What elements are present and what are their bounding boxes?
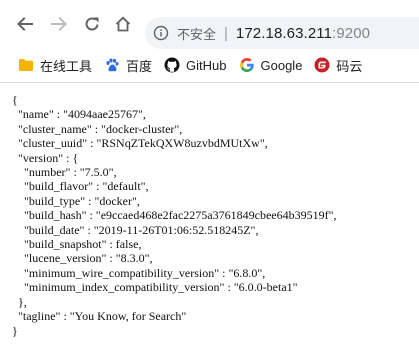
bookmark-label: 百度 <box>126 58 153 74</box>
reload-icon <box>85 17 99 31</box>
omnibox-separator: | <box>224 24 228 42</box>
forward-button[interactable] <box>47 12 71 36</box>
url-host: 172.18.63.211 <box>235 24 333 42</box>
json-line: "number" : "7.5.0", <box>12 165 117 180</box>
bookmark-baidu[interactable]: 百度 <box>98 53 158 77</box>
json-response: { "name" : "4094aae25767", "cluster_name… <box>0 83 419 338</box>
folder-icon <box>18 57 34 73</box>
bookmark-label: 码云 <box>336 58 363 74</box>
json-line: "minimum_wire_compatibility_version" : "… <box>12 265 266 280</box>
bookmark-label: Google <box>260 57 303 73</box>
json-line: "cluster_name" : "docker-cluster", <box>12 121 183 136</box>
home-icon <box>115 16 131 32</box>
reload-button[interactable] <box>80 12 104 36</box>
baidu-paw-icon <box>104 57 120 73</box>
url-port: :9200 <box>332 24 371 42</box>
google-icon <box>239 57 255 73</box>
address-bar[interactable]: 不安全 | 172.18.63.211:9200 <box>145 17 419 49</box>
page-content: { "name" : "4094aae25767", "cluster_name… <box>0 83 419 364</box>
gitee-icon <box>314 57 330 73</box>
bookmark-online-tools[interactable]: 在线工具 <box>12 53 98 77</box>
github-icon <box>164 57 180 73</box>
browser-toolbar: 不安全 | 172.18.63.211:9200 <box>0 0 419 49</box>
url-text[interactable]: 172.18.63.211:9200 <box>236 25 370 42</box>
json-line: }, <box>12 294 27 309</box>
arrow-right-icon <box>51 17 67 31</box>
json-line: "name" : "4094aae25767", <box>12 107 146 122</box>
json-line: "build_snapshot" : false, <box>12 237 142 252</box>
bookmark-github[interactable]: GitHub <box>158 53 232 77</box>
json-line: { <box>12 93 18 107</box>
json-line: "cluster_uuid" : "RSNqZTekQXW8uzvbdMUtXw… <box>12 136 268 151</box>
bookmark-google[interactable]: Google <box>233 53 309 77</box>
json-line: "build_flavor" : "default", <box>12 179 149 194</box>
bookmark-label: 在线工具 <box>40 58 93 74</box>
json-line: "minimum_index_compatibility_version" : … <box>12 280 298 295</box>
bookmarks-bar: 在线工具 百度 GitHub Google 码云 <box>0 50 419 80</box>
back-button[interactable] <box>13 12 37 36</box>
not-secure-label[interactable]: 不安全 <box>177 24 216 43</box>
json-line: "version" : { <box>12 150 79 165</box>
arrow-left-icon <box>17 17 33 31</box>
bookmark-label: GitHub <box>186 57 227 73</box>
json-line: "tagline" : "You Know, for Search" <box>12 309 187 324</box>
json-line: "build_type" : "docker", <box>12 193 140 208</box>
json-line: } <box>12 323 18 338</box>
bookmark-gitee[interactable]: 码云 <box>308 53 368 77</box>
json-line: "lucene_version" : "8.3.0", <box>12 251 153 266</box>
json-line: "build_date" : "2019-11-26T01:06:52.5182… <box>12 222 259 237</box>
info-icon[interactable] <box>153 25 169 41</box>
json-line: "build_hash" : "e9ccaed468e2fac2275a3761… <box>12 208 337 223</box>
home-button[interactable] <box>111 12 135 36</box>
